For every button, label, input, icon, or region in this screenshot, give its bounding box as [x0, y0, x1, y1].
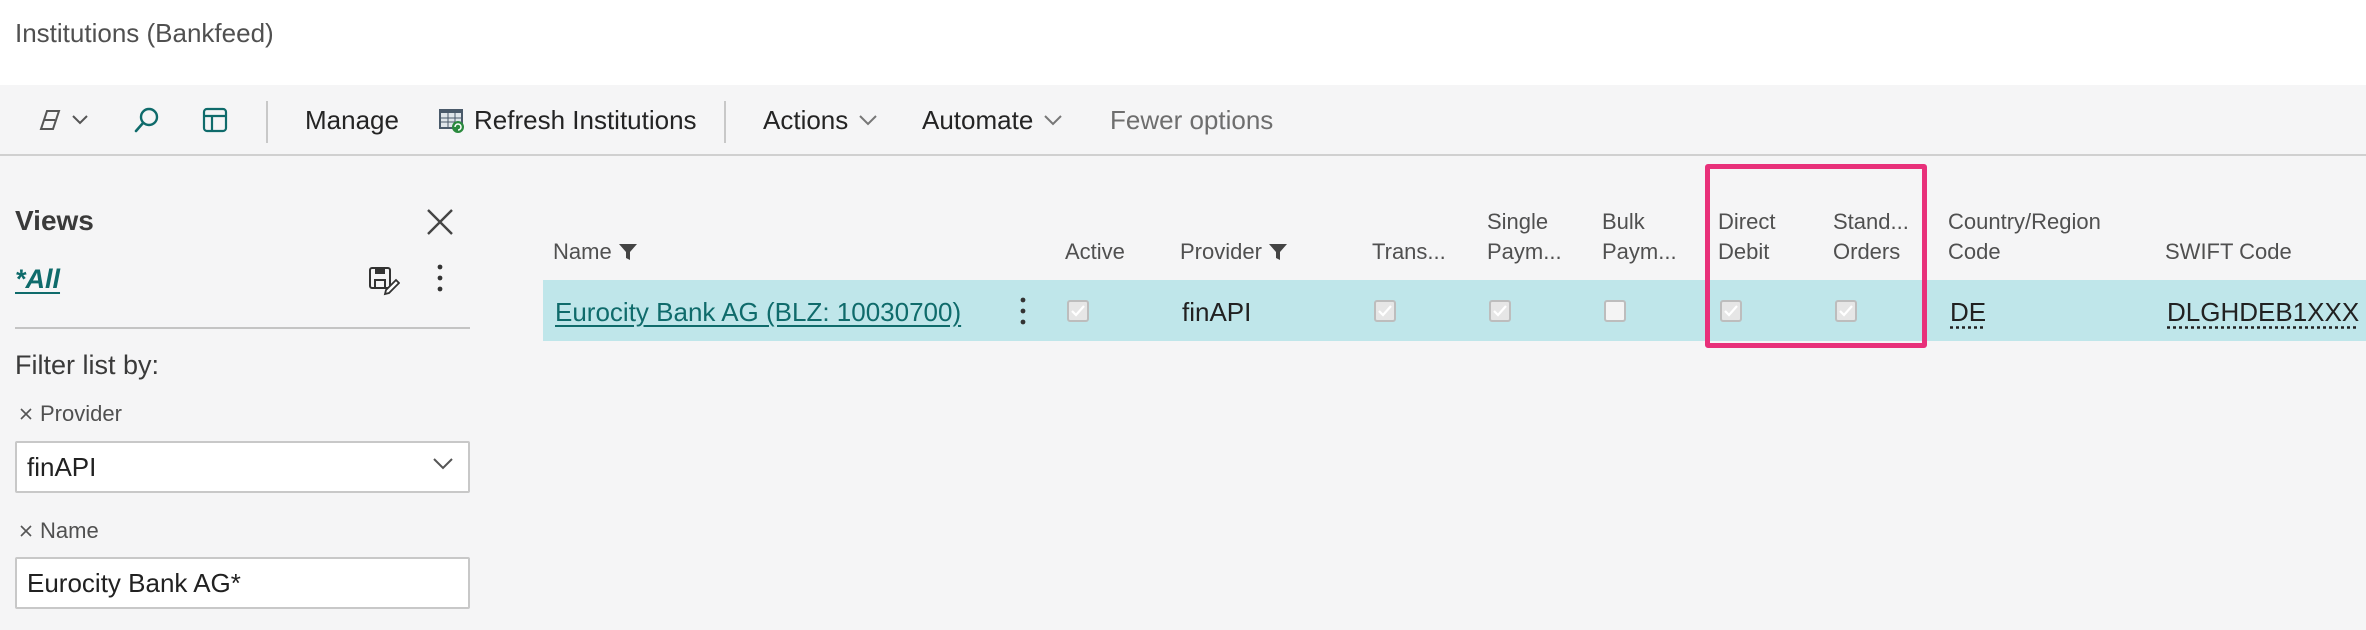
views-more-button[interactable]	[425, 260, 455, 296]
filter-list-label: Filter list by:	[15, 350, 160, 380]
filter-icon	[618, 243, 638, 261]
column-header-single[interactable]: Single Paym...	[1487, 207, 1562, 267]
column-header-provider-label: Provider	[1180, 239, 1262, 264]
filter-icon	[1268, 243, 1288, 261]
row-bulk-payment-checkbox[interactable]	[1604, 300, 1626, 322]
filter-name-name[interactable]: Name	[18, 518, 99, 544]
remove-filter-icon[interactable]	[18, 523, 34, 539]
row-provider: finAPI	[1182, 297, 1252, 327]
work-area	[0, 85, 2366, 630]
filter-provider-value: finAPI	[27, 451, 97, 482]
views-pane-title: Views	[15, 205, 94, 236]
action-divider	[724, 101, 726, 143]
layout-icon	[200, 105, 230, 135]
chevron-down-icon	[1043, 114, 1063, 126]
row-more-button[interactable]	[1010, 294, 1036, 328]
page-title: Institutions (Bankfeed)	[15, 18, 274, 48]
column-header-swift[interactable]: SWIFT Code	[2165, 237, 2292, 267]
automate-menu-button[interactable]: Automate	[922, 85, 1063, 155]
filter-name-label: Name	[40, 518, 99, 543]
filter-name-input[interactable]: Eurocity Bank AG*	[15, 557, 470, 609]
column-header-country-line1: Country/Region	[1948, 209, 2101, 234]
refresh-institutions-label: Refresh Institutions	[474, 104, 697, 135]
search-button[interactable]	[132, 85, 162, 155]
checkmark-icon	[1378, 305, 1392, 317]
chevron-down-icon	[71, 114, 89, 126]
filter-provider-select[interactable]: finAPI	[15, 441, 470, 493]
save-edit-icon	[366, 262, 400, 296]
close-views-button[interactable]	[420, 202, 460, 242]
column-header-bulk[interactable]: Bulk Paym...	[1602, 207, 1677, 267]
column-header-single-line1: Single	[1487, 209, 1549, 234]
copilot-menu-button[interactable]	[35, 85, 89, 155]
row-name-link[interactable]: Eurocity Bank AG (BLZ: 10030700)	[555, 297, 961, 328]
views-separator	[15, 327, 470, 329]
column-header-country[interactable]: Country/Region Code	[1948, 207, 2101, 267]
view-all-link[interactable]: *All	[15, 264, 60, 295]
copilot-icon	[35, 105, 65, 135]
actions-label: Actions	[763, 104, 849, 135]
column-header-bulk-line1: Bulk	[1602, 209, 1645, 234]
action-bar: Manage Refresh Institutions Actions Auto…	[0, 85, 2366, 155]
refresh-table-icon	[436, 105, 466, 135]
row-single-payment-checkbox[interactable]	[1489, 300, 1511, 322]
fewer-options-button[interactable]: Fewer options	[1110, 85, 1273, 155]
checkmark-icon	[1493, 305, 1507, 317]
search-icon	[132, 105, 162, 135]
column-header-name-label: Name	[553, 239, 612, 264]
save-view-button[interactable]	[366, 262, 400, 296]
filter-provider-label: Provider	[40, 401, 122, 426]
action-bar-border	[0, 154, 2366, 156]
filter-provider-name[interactable]: Provider	[18, 401, 122, 427]
action-divider	[266, 101, 268, 143]
row-active-checkbox[interactable]	[1067, 300, 1089, 322]
row-country-code[interactable]: DE	[1950, 297, 1986, 328]
layout-button[interactable]	[200, 85, 230, 155]
chevron-down-icon	[858, 114, 878, 126]
filter-name-value: Eurocity Bank AG*	[27, 567, 241, 598]
column-header-active[interactable]: Active	[1065, 237, 1125, 267]
manage-button[interactable]: Manage	[305, 85, 399, 155]
column-header-trans[interactable]: Trans...	[1372, 237, 1446, 267]
close-icon	[420, 202, 460, 242]
more-vertical-icon	[1010, 294, 1036, 328]
checkmark-icon	[1071, 305, 1085, 317]
column-header-country-line2: Code	[1948, 239, 2001, 264]
row-trans-checkbox[interactable]	[1374, 300, 1396, 322]
more-vertical-icon	[425, 260, 455, 296]
actions-menu-button[interactable]: Actions	[763, 85, 878, 155]
refresh-institutions-button[interactable]: Refresh Institutions	[436, 85, 697, 155]
highlight-box	[1705, 164, 1927, 348]
remove-filter-icon[interactable]	[18, 406, 34, 422]
column-header-name[interactable]: Name	[553, 237, 638, 267]
column-header-single-line2: Paym...	[1487, 239, 1562, 264]
row-swift-code[interactable]: DLGHDEB1XXX	[2167, 297, 2359, 328]
chevron-down-icon	[432, 457, 454, 471]
column-header-bulk-line2: Paym...	[1602, 239, 1677, 264]
column-header-provider[interactable]: Provider	[1180, 237, 1288, 267]
automate-label: Automate	[922, 104, 1034, 135]
